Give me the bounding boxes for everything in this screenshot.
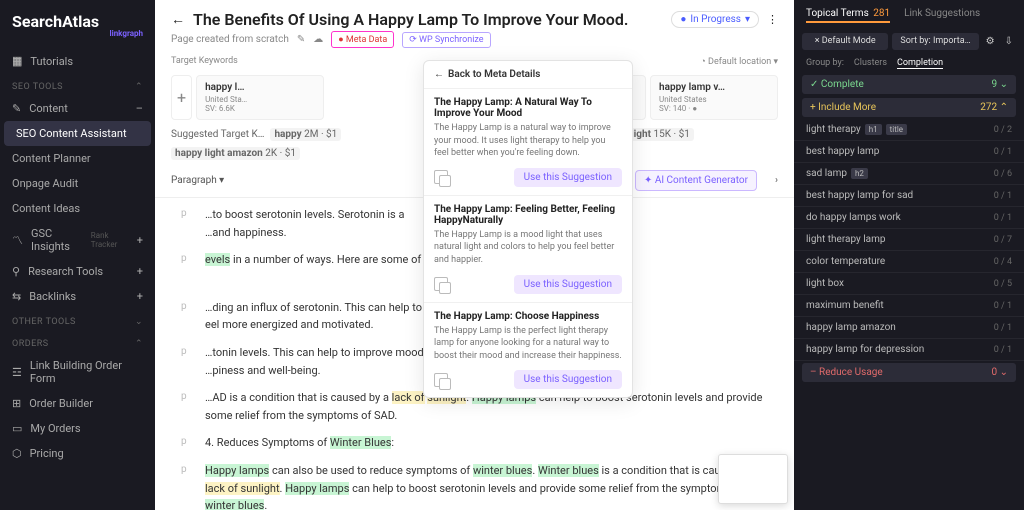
suggestion-title: The Happy Lamp: A Natural Way To Improve… [434, 97, 622, 119]
group-completion[interactable]: Completion [897, 58, 943, 69]
section-reduce[interactable]: – Reduce Usage0 ⌄ [802, 363, 1016, 382]
nav-seo-assistant[interactable]: SEO Content Assistant [4, 121, 151, 146]
tab-topical-terms[interactable]: Topical Terms 281 [806, 8, 890, 23]
logo: SearchAtlaslinkgraph [0, 8, 155, 48]
copy-icon[interactable] [434, 170, 448, 184]
page-header: ← The Benefits Of Using A Happy Lamp To … [155, 0, 794, 52]
export-icon[interactable]: ⇩ [1002, 33, 1016, 50]
section-seo: SEO TOOLS⌃ [0, 74, 155, 96]
edit-icon[interactable]: ✎ [297, 34, 305, 45]
use-suggestion-button[interactable]: Use this Suggestion [514, 370, 622, 389]
nav-gsc[interactable]: 〽 GSC Insights Rank Tracker+ [0, 221, 155, 259]
right-sidebar: Topical Terms 281 Link Suggestions × Def… [794, 0, 1024, 510]
keyword-card[interactable]: happy l…United Sta…SV: 6.6K [196, 75, 324, 120]
term-row[interactable]: maximum benefit0 / 1 [794, 295, 1024, 317]
copy-icon[interactable] [434, 277, 448, 291]
paragraph-select[interactable]: Paragraph ▾ [171, 175, 224, 186]
term-row[interactable]: color temperature0 / 4 [794, 251, 1024, 273]
nav-tutorials[interactable]: ▦ Tutorials [0, 49, 155, 74]
term-row[interactable]: sad lamph20 / 6 [794, 163, 1024, 185]
back-arrow-icon[interactable]: ← [171, 11, 185, 28]
meta-data-pill[interactable]: ● Meta Data [331, 31, 394, 48]
status-pill[interactable]: In Progress ▾ [671, 11, 759, 28]
suggestion-title: The Happy Lamp: Choose Happiness [434, 311, 622, 322]
suggestion-desc: The Happy Lamp is the perfect light ther… [434, 325, 622, 363]
subtitle: Page created from scratch [171, 34, 289, 45]
nav-research[interactable]: ⚲ Research Tools+ [0, 259, 155, 284]
term-row[interactable]: do happy lamps work0 / 1 [794, 207, 1024, 229]
suggestion-title: The Happy Lamp: Feeling Better, Feeling … [434, 204, 622, 226]
nav-content-planner[interactable]: Content Planner [0, 146, 155, 171]
use-suggestion-button[interactable]: Use this Suggestion [514, 168, 622, 187]
sort-chip[interactable]: Sort by: Importa… [892, 33, 978, 50]
group-clusters[interactable]: Clusters [854, 58, 887, 69]
nav-order-builder[interactable]: ⊞ Order Builder [0, 391, 155, 416]
use-suggestion-button[interactable]: Use this Suggestion [514, 275, 622, 294]
section-complete[interactable]: ✓ Complete9 ⌄ [802, 75, 1016, 94]
nav-content-ideas[interactable]: Content Ideas [0, 196, 155, 221]
term-row[interactable]: happy lamp amazon0 / 1 [794, 317, 1024, 339]
suggestion-desc: The Happy Lamp is a natural way to impro… [434, 122, 622, 160]
location-selector[interactable]: ◔ Default location ▾ [700, 56, 778, 67]
suggestion-popover: ← Back to Meta Details The Happy Lamp: A… [423, 60, 633, 398]
copy-icon[interactable] [434, 373, 448, 387]
section-include[interactable]: + Include More272 ⌃ [802, 98, 1016, 117]
term-row[interactable]: light therapy lamp0 / 7 [794, 229, 1024, 251]
nav-content[interactable]: ✎ Content – [0, 96, 155, 121]
nav-onpage-audit[interactable]: Onpage Audit [0, 171, 155, 196]
mode-chip[interactable]: × Default Mode [802, 33, 888, 50]
nav-backlinks[interactable]: ⇆ Backlinks+ [0, 284, 155, 309]
section-other: OTHER TOOLS⌄ [0, 309, 155, 331]
tab-link-suggestions[interactable]: Link Suggestions [904, 8, 980, 23]
nav-label: Tutorials [30, 55, 73, 68]
add-keyword-button[interactable]: + [171, 75, 192, 120]
chevron-right-icon[interactable]: › [775, 175, 778, 186]
nav-pricing[interactable]: ⬡ Pricing [0, 441, 155, 466]
more-icon[interactable]: ⋮ [767, 13, 778, 26]
main-panel: ← The Benefits Of Using A Happy Lamp To … [155, 0, 794, 510]
section-orders: ORDERS⌃ [0, 331, 155, 353]
target-keywords-label: Target Keywords [171, 56, 238, 67]
ai-generator-button[interactable]: ✦ AI Content Generator [635, 170, 757, 191]
term-row[interactable]: best happy lamp0 / 1 [794, 141, 1024, 163]
nav-my-orders[interactable]: ▭ My Orders [0, 416, 155, 441]
group-by-label: Group by: [806, 58, 844, 69]
popover-back[interactable]: ← Back to Meta Details [424, 61, 632, 88]
suggestion-desc: The Happy Lamp is a mood light that uses… [434, 229, 622, 267]
term-row[interactable]: best happy lamp for sad0 / 1 [794, 185, 1024, 207]
left-sidebar: SearchAtlaslinkgraph ▦ ▦ Tutorials SEO T… [0, 0, 155, 510]
keyword-card[interactable]: happy lamp v…United StatesSV: 140 · ● [650, 75, 778, 120]
term-row[interactable]: light therapyh1title0 / 2 [794, 119, 1024, 141]
cloud-icon[interactable]: ☁ [313, 34, 323, 45]
term-row[interactable]: light box0 / 5 [794, 273, 1024, 295]
gear-icon[interactable]: ⚙ [983, 33, 998, 50]
nav-link-form[interactable]: ☲ Link Building Order Form [0, 353, 155, 391]
wp-sync-pill[interactable]: ⟳ WP Synchronize [402, 32, 490, 48]
page-title: The Benefits Of Using A Happy Lamp To Im… [193, 10, 628, 29]
term-row[interactable]: happy lamp for depression0 / 1 [794, 339, 1024, 361]
preview-thumbnail[interactable] [718, 454, 788, 504]
